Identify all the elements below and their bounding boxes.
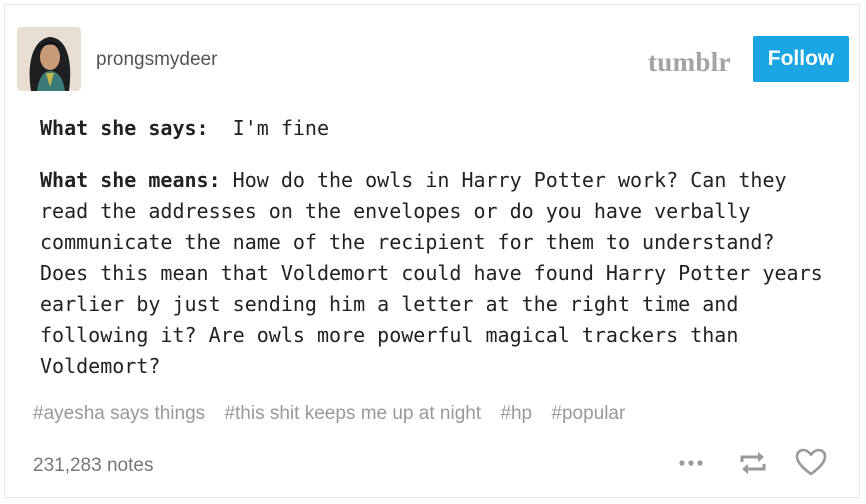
means-paragraph: What she means: How do the owls in Harry… [40,165,830,382]
means-text: How do the owls in Harry Potter work? Ca… [40,168,823,378]
reblog-icon[interactable] [735,446,771,480]
post-card: prongsmydeer tumblr Follow What she says… [4,4,860,498]
tag-link[interactable]: #ayesha says things [33,403,205,424]
says-text: I'm fine [232,116,329,140]
username-link[interactable]: prongsmydeer [96,49,217,71]
says-label: What she says: [40,116,209,140]
tumblr-logo[interactable]: tumblr [648,47,731,78]
tag-list: #ayesha says things #this shit keeps me … [33,403,639,425]
more-icon[interactable] [674,446,708,480]
notes-count[interactable]: 231,283 notes [33,455,153,477]
means-label: What she means: [40,168,221,192]
says-line: What she says: I'm fine [40,116,329,140]
heart-icon[interactable] [794,446,828,480]
tag-link[interactable]: #hp [500,403,532,424]
tag-link[interactable]: #popular [551,403,625,424]
avatar[interactable] [17,27,81,91]
tag-link[interactable]: #this shit keeps me up at night [224,403,481,424]
follow-button[interactable]: Follow [753,36,849,82]
